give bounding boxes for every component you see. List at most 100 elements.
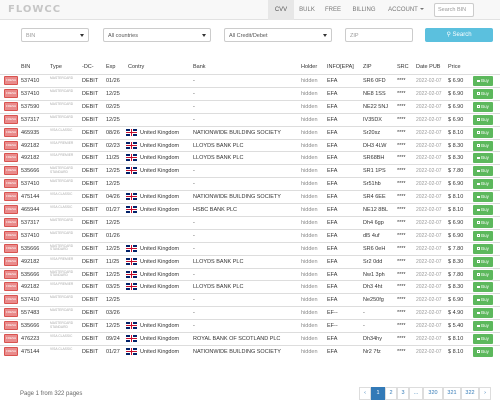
holder-value: hidden — [301, 232, 318, 239]
bin-value: 537410 — [21, 90, 40, 97]
buy-button-label: Buy — [481, 323, 489, 329]
pager-prev-button[interactable]: ‹ — [359, 387, 371, 400]
col-bin[interactable]: BIN — [21, 64, 30, 70]
buy-button-label: Buy — [481, 116, 489, 122]
buy-button[interactable]: Buy — [473, 321, 493, 332]
price-value: $ 6.90 — [448, 103, 464, 110]
src-value: **** — [397, 103, 406, 110]
nav-account[interactable]: ACCOUNT — [382, 0, 430, 20]
buy-button[interactable]: Buy — [473, 256, 493, 267]
buy-button[interactable]: Buy — [473, 230, 493, 241]
buy-button[interactable]: Buy — [473, 269, 493, 280]
date-value: 2022-02-07 — [416, 78, 442, 84]
buy-button[interactable]: Buy — [473, 346, 493, 357]
price-value: $ 7.80 — [448, 245, 464, 252]
exp-value: 12/25 — [106, 90, 120, 97]
pager-page-button[interactable]: 322 — [461, 387, 479, 400]
col-type[interactable]: Type — [50, 64, 62, 70]
col-dc[interactable]: -DC- — [82, 64, 94, 70]
buy-button[interactable]: Buy — [473, 282, 493, 293]
card-type: MASTERCARD STANDARD — [50, 321, 74, 329]
country-select-value: All countries — [108, 32, 138, 39]
col-zip[interactable]: ZIP — [363, 64, 372, 70]
table-row: FRESH 537410 MASTERCARD DEBIT 12/25 - hidden EF… — [0, 177, 500, 190]
buy-button[interactable]: Buy — [473, 114, 493, 125]
holder-value: hidden — [301, 142, 318, 149]
buy-button[interactable]: Buy — [473, 295, 493, 306]
zip-filter-input[interactable]: ZIP — [345, 28, 413, 42]
search-button[interactable]: ⚲ Search — [425, 28, 493, 42]
buy-button[interactable]: Buy — [473, 153, 493, 164]
buy-button[interactable]: Buy — [473, 101, 493, 112]
info-value: EFA — [327, 284, 338, 291]
buy-button[interactable]: Buy — [473, 179, 493, 190]
site-logo[interactable]: FLOWCC — [8, 4, 61, 15]
buy-button[interactable]: Buy — [473, 308, 493, 319]
date-value: 2022-02-07 — [416, 245, 442, 252]
col-price[interactable]: Price — [448, 64, 461, 70]
date-value: 2022-02-07 — [416, 297, 442, 304]
date-value: 2022-02-07 — [416, 348, 442, 355]
bank-value: - — [193, 103, 195, 110]
date-value: 2022-02-07 — [416, 168, 442, 175]
nav-bulk[interactable]: BULK — [294, 0, 320, 20]
bin-value: 537410 — [21, 78, 40, 84]
nav-billing[interactable]: BILLING — [346, 0, 382, 20]
pager-page-button[interactable]: 320 — [423, 387, 443, 400]
card-type-select[interactable]: All Credit/Debet — [224, 28, 332, 42]
pager-page-button[interactable]: ... — [409, 387, 423, 400]
buy-button[interactable]: Buy — [473, 140, 493, 151]
price-value: $ 7.80 — [448, 168, 464, 175]
info-value: EFA — [327, 155, 338, 162]
pager-page-button[interactable]: 321 — [443, 387, 461, 400]
col-src[interactable]: SRC — [397, 64, 409, 70]
country-select[interactable]: All countries — [103, 28, 211, 42]
pager-next-button[interactable]: › — [479, 387, 491, 400]
buy-button[interactable]: Buy — [473, 88, 493, 99]
card-type-select-value: All Credit/Debet — [229, 32, 268, 39]
fresh-badge: FRESH — [4, 295, 19, 305]
bank-value: NATIONWIDE BUILDING SOCIETY — [193, 194, 281, 201]
info-value: EFA — [327, 348, 338, 355]
date-value: 2022-02-07 — [416, 155, 442, 162]
buy-button[interactable]: Buy — [473, 76, 493, 86]
cart-icon — [477, 182, 481, 186]
fresh-badge: FRESH — [4, 153, 19, 163]
cart-icon — [477, 247, 481, 250]
pager-page-button[interactable]: 2 — [385, 387, 397, 400]
buy-button[interactable]: Buy — [473, 127, 493, 138]
buy-button-label: Buy — [481, 90, 489, 96]
card-type: MASTERCARD — [50, 88, 74, 93]
bin-filter-input[interactable]: BIN — [21, 28, 89, 42]
src-value: **** — [397, 348, 406, 355]
buy-button[interactable]: Buy — [473, 243, 493, 254]
pager-page-button[interactable]: 3 — [397, 387, 409, 400]
col-exp[interactable]: Exp — [106, 64, 115, 70]
price-value: $ 6.90 — [448, 116, 464, 123]
buy-button[interactable]: Buy — [473, 205, 493, 215]
exp-value: 03/25 — [106, 284, 120, 291]
cart-icon — [477, 350, 481, 353]
col-country[interactable]: Contry — [128, 64, 144, 70]
exp-value: 01/27 — [106, 207, 120, 213]
pager-page-button[interactable]: 1 — [371, 387, 385, 400]
holder-value: hidden — [301, 181, 318, 188]
col-date[interactable]: Date PUB — [416, 64, 440, 70]
zip-value: Sr2 0dd — [363, 258, 383, 265]
buy-button[interactable]: Buy — [473, 217, 493, 228]
buy-button[interactable]: Buy — [473, 166, 493, 177]
col-bank[interactable]: Bank — [193, 64, 206, 70]
buy-button[interactable]: Buy — [473, 192, 493, 203]
col-info[interactable]: INFO[EPA] — [327, 64, 354, 70]
date-value: 2022-02-07 — [416, 284, 442, 291]
table-row: FRESH 537410 MASTERCARD DEBIT 12/25 - hidden EF… — [0, 293, 500, 306]
src-value: **** — [397, 245, 406, 252]
holder-value: hidden — [301, 219, 318, 226]
col-holder[interactable]: Holder — [301, 64, 317, 70]
nav-cvv[interactable]: CVV — [268, 0, 294, 20]
exp-value: 12/25 — [106, 245, 120, 252]
nav-search-input[interactable]: Search BIN — [434, 3, 474, 17]
buy-button[interactable]: Buy — [473, 334, 493, 344]
price-value: $ 8.10 — [448, 129, 464, 136]
nav-free[interactable]: FREE — [320, 0, 346, 20]
